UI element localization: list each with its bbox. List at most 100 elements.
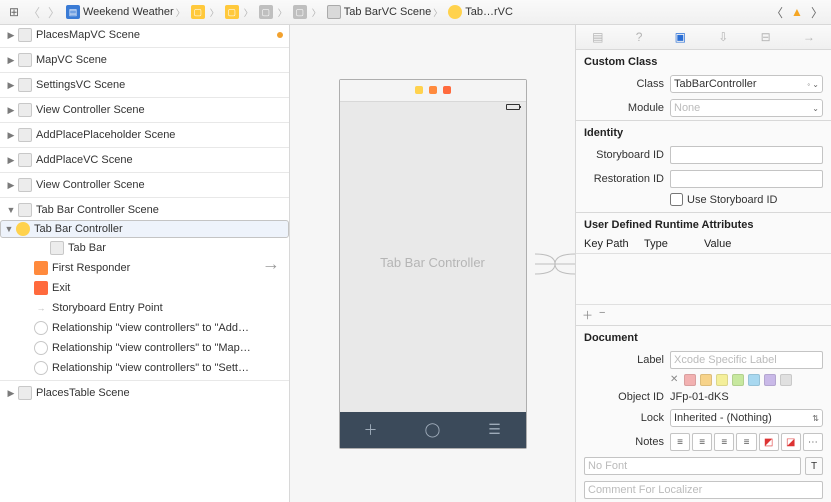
disclosure-icon[interactable]: ▶ xyxy=(6,30,16,41)
module-label: Module xyxy=(584,102,664,114)
inspector-tab-bar: ▤ ? ▣ ⇩ ⊟ → xyxy=(576,25,831,50)
outline-label: PlacesMapVC Scene xyxy=(36,29,140,41)
color-swatch[interactable] xyxy=(780,374,792,386)
disclosure-icon[interactable]: ▶ xyxy=(6,105,16,116)
help-inspector-icon[interactable]: ? xyxy=(636,30,643,44)
disclosure-icon[interactable]: ▶ xyxy=(6,55,16,66)
exit-icon[interactable] xyxy=(443,86,451,94)
section-custom-class: Custom Class xyxy=(576,50,831,72)
disclosure-icon[interactable]: ▶ xyxy=(6,130,16,141)
outline-label: First Responder xyxy=(52,262,130,274)
outline-row[interactable]: ▶AddPlacePlaceholder Scene xyxy=(0,125,289,145)
disclosure-icon[interactable]: ▶ xyxy=(6,388,16,399)
crumb-project: Weekend Weather xyxy=(83,6,174,18)
outline-row[interactable]: ▼ Tab Bar Controller xyxy=(0,220,289,238)
outline-row[interactable]: →Storyboard Entry Point xyxy=(0,298,289,318)
tab-item-plus[interactable]: ＋ xyxy=(340,412,402,448)
more-button[interactable]: ⋯ xyxy=(803,433,823,451)
outline-row[interactable]: Relationship "view controllers" to "Add… xyxy=(0,318,289,338)
warning-icon[interactable]: ▲ xyxy=(787,5,807,19)
sb-icon xyxy=(18,103,32,117)
attributes-inspector-icon[interactable]: ⇩ xyxy=(718,30,728,44)
font-picker-button[interactable]: T xyxy=(805,457,823,475)
color-swatch[interactable] xyxy=(748,374,760,386)
disclosure-icon[interactable]: ▶ xyxy=(6,80,16,91)
localizer-comment-input[interactable] xyxy=(584,481,823,499)
outline-label: View Controller Scene xyxy=(36,179,145,191)
class-label: Class xyxy=(584,78,664,90)
canvas[interactable]: → Tab Bar Controller ＋ ◯ ☰ xyxy=(290,25,575,502)
color-swatch[interactable] xyxy=(732,374,744,386)
size-inspector-icon[interactable]: ⊟ xyxy=(761,30,771,44)
class-combobox[interactable]: TabBarController◦ ⌄ xyxy=(670,75,823,93)
remove-attr-button[interactable]: − xyxy=(599,307,605,323)
scene-preview[interactable]: Tab Bar Controller ＋ ◯ ☰ xyxy=(339,79,527,449)
outline-label: Relationship "view controllers" to "Add… xyxy=(52,322,249,334)
prev-issue-icon[interactable]: 〈 xyxy=(767,4,787,21)
outline-row[interactable]: ▼ Tab Bar Controller Scene xyxy=(0,200,289,220)
connections-inspector-icon[interactable]: → xyxy=(803,30,815,44)
outline-row[interactable]: ▶ PlacesMapVC Scene xyxy=(0,25,289,45)
lock-select[interactable]: Inherited - (Nothing)⇅ xyxy=(670,409,823,427)
add-attr-button[interactable]: ＋ xyxy=(582,307,593,323)
outline-label: View Controller Scene xyxy=(36,104,145,116)
file-icon: ▢ xyxy=(259,5,273,19)
color-swatch[interactable] xyxy=(716,374,728,386)
udra-table-body[interactable] xyxy=(576,254,831,304)
outline-row[interactable]: First Responder xyxy=(0,258,289,278)
font-display: No Font xyxy=(584,457,801,475)
align-right-button[interactable]: ≡ xyxy=(714,433,734,451)
next-issue-icon[interactable]: 〉 xyxy=(807,4,827,21)
outline-row[interactable]: Exit xyxy=(0,278,289,298)
jump-bar: ⊞ 〈 〉 ▤Weekend Weather〉 ▢〉 ▢〉 ▢〉 ▢〉 Tab … xyxy=(0,0,831,25)
folder-icon: ▢ xyxy=(191,5,205,19)
disclosure-icon[interactable]: ▼ xyxy=(4,224,14,234)
forward-icon[interactable]: 〉 xyxy=(44,4,64,21)
storyboard-icon xyxy=(327,5,341,19)
breadcrumb[interactable]: ▤Weekend Weather〉 ▢〉 ▢〉 ▢〉 ▢〉 Tab BarVC … xyxy=(64,5,767,19)
outline-row[interactable]: ▶PlacesTable Scene xyxy=(0,383,289,403)
clear-swatch-icon[interactable]: ✕ xyxy=(670,374,678,386)
outline-label: Tab Bar Controller xyxy=(34,223,123,235)
tab-item-globe[interactable]: ◯ xyxy=(402,412,464,448)
scene-dock[interactable] xyxy=(340,80,526,102)
identity-inspector-icon[interactable]: ▣ xyxy=(675,30,686,44)
outline-row[interactable]: Relationship "view controllers" to "Sett… xyxy=(0,358,289,378)
outline-row[interactable]: Tab Bar xyxy=(0,238,289,258)
outline-row[interactable]: Relationship "view controllers" to "Map… xyxy=(0,338,289,358)
outline-row[interactable]: ▶ MapVC Scene xyxy=(0,50,289,70)
align-left-button[interactable]: ≡ xyxy=(670,433,690,451)
controller-icon[interactable] xyxy=(415,86,423,94)
color-swatch[interactable] xyxy=(700,374,712,386)
color-swatch[interactable] xyxy=(764,374,776,386)
related-items-icon[interactable]: ⊞ xyxy=(4,5,24,19)
disclosure-icon[interactable]: ▶ xyxy=(6,180,16,191)
sb-icon xyxy=(18,153,32,167)
storyboard-id-input[interactable] xyxy=(670,146,823,164)
seg-icon xyxy=(34,321,48,335)
outline-row[interactable]: ▶SettingsVC Scene xyxy=(0,75,289,95)
document-outline[interactable]: ▶ PlacesMapVC Scene ▶ MapVC Scene ▶SettingsV… xyxy=(0,25,290,502)
doc-label-input[interactable] xyxy=(670,351,823,369)
outline-row[interactable]: ▶ View Controller Scene xyxy=(0,175,289,195)
outline-label: Tab Bar Controller Scene xyxy=(36,204,159,216)
tab-item-menu[interactable]: ☰ xyxy=(464,412,526,448)
disclosure-icon[interactable]: ▶ xyxy=(6,155,16,166)
align-justify-button[interactable]: ≡ xyxy=(736,433,756,451)
text-color-button[interactable]: ◩ xyxy=(759,433,779,451)
object-id-label: Object ID xyxy=(584,391,664,403)
outline-label: MapVC Scene xyxy=(36,54,107,66)
back-icon[interactable]: 〈 xyxy=(24,4,44,21)
first-responder-icon[interactable] xyxy=(429,86,437,94)
module-combobox[interactable]: None⌄ xyxy=(670,99,823,117)
color-swatch[interactable] xyxy=(684,374,696,386)
align-center-button[interactable]: ≡ xyxy=(692,433,712,451)
outline-row[interactable]: ▶ View Controller Scene xyxy=(0,100,289,120)
file-inspector-icon[interactable]: ▤ xyxy=(592,30,603,44)
disclosure-icon[interactable]: ▼ xyxy=(6,205,16,215)
outline-row[interactable]: ▶AddPlaceVC Scene xyxy=(0,150,289,170)
use-storyboard-id-checkbox[interactable] xyxy=(670,193,683,206)
bg-color-button[interactable]: ◪ xyxy=(781,433,801,451)
tab-bar[interactable]: ＋ ◯ ☰ xyxy=(340,412,526,448)
restoration-id-input[interactable] xyxy=(670,170,823,188)
